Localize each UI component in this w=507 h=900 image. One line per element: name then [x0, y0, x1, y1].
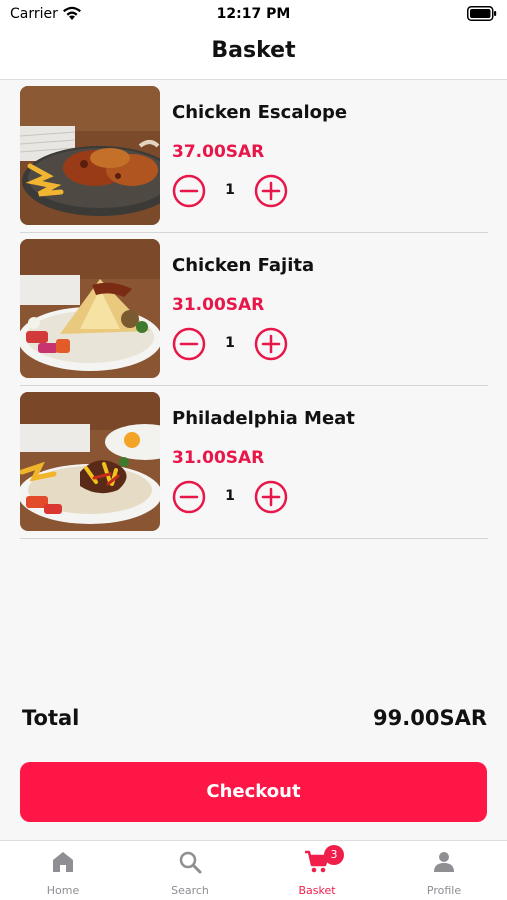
- item-thumbnail: [20, 86, 160, 225]
- tab-home[interactable]: Home: [0, 841, 126, 900]
- cart-count-badge: 3: [324, 845, 344, 865]
- decrease-quantity-icon[interactable]: [172, 327, 206, 361]
- item-name: Chicken Escalope: [172, 102, 348, 123]
- tab-basket[interactable]: 3 Basket: [254, 841, 380, 900]
- page-title: Basket: [211, 38, 296, 63]
- tab-label: Search: [171, 884, 209, 897]
- quantity-stepper: 1: [172, 327, 292, 361]
- tab-bar: Home Search 3 Basket Profile: [0, 840, 507, 900]
- quantity-value: 1: [225, 488, 235, 504]
- item-price: 31.00SAR: [172, 295, 265, 315]
- basket-item-list: Chicken Escalope 37.00SAR 1 Chicken Faji…: [20, 80, 488, 539]
- checkout-button[interactable]: Checkout: [20, 762, 487, 822]
- person-icon: [434, 852, 454, 872]
- battery-icon: [467, 6, 497, 21]
- basket-item: Chicken Escalope 37.00SAR 1: [20, 80, 488, 233]
- total-value: 99.00SAR: [373, 706, 487, 730]
- item-thumbnail: [20, 239, 160, 378]
- tab-label: Home: [46, 884, 80, 897]
- tab-label: Profile: [426, 884, 462, 897]
- item-price: 31.00SAR: [172, 448, 265, 468]
- basket-item: Philadelphia Meat 31.00SAR 1: [20, 386, 488, 539]
- item-thumbnail: [20, 392, 160, 531]
- quantity-value: 1: [225, 335, 235, 351]
- tab-search[interactable]: Search: [127, 841, 253, 900]
- increase-quantity-icon[interactable]: [254, 174, 288, 208]
- increase-quantity-icon[interactable]: [254, 327, 288, 361]
- status-time: 12:17 PM: [216, 6, 291, 22]
- decrease-quantity-icon[interactable]: [172, 480, 206, 514]
- home-icon: [53, 852, 73, 872]
- nav-header: Basket: [0, 28, 507, 80]
- basket-item: Chicken Fajita 31.00SAR 1: [20, 233, 488, 386]
- search-icon: [179, 851, 202, 874]
- increase-quantity-icon[interactable]: [254, 480, 288, 514]
- item-name: Chicken Fajita: [172, 255, 315, 276]
- status-bar: Carrier 12:17 PM: [0, 0, 507, 28]
- tab-label: Basket: [298, 884, 336, 897]
- quantity-value: 1: [225, 182, 235, 198]
- quantity-stepper: 1: [172, 174, 292, 208]
- item-price: 37.00SAR: [172, 142, 265, 162]
- quantity-stepper: 1: [172, 480, 292, 514]
- item-name: Philadelphia Meat: [172, 408, 355, 429]
- decrease-quantity-icon[interactable]: [172, 174, 206, 208]
- total-label: Total: [22, 706, 80, 730]
- tab-profile[interactable]: Profile: [381, 841, 507, 900]
